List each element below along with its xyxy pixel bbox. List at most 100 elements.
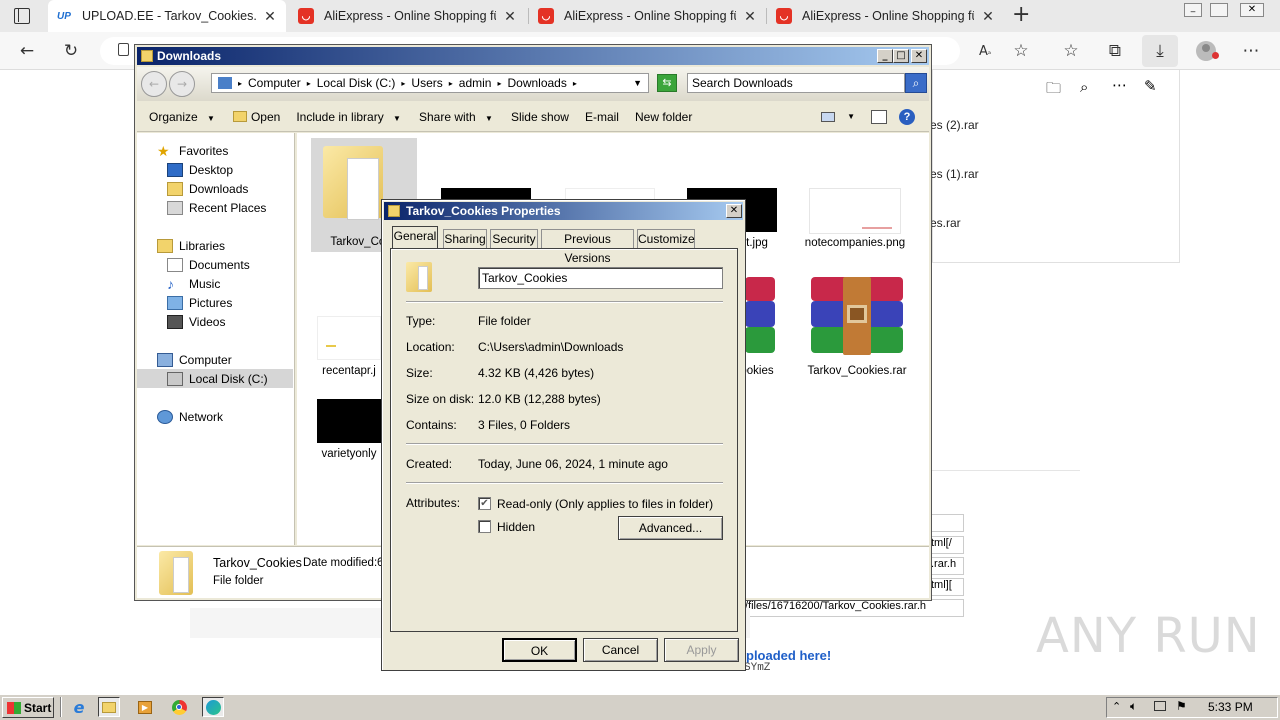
view-options-icon[interactable] — [821, 111, 836, 122]
read-aloud-icon[interactable]: Aₐ — [970, 36, 1000, 66]
minimize-window-icon[interactable]: _ — [1184, 3, 1202, 17]
back-button[interactable]: ← — [141, 71, 167, 97]
ok-button[interactable]: OK — [502, 638, 577, 662]
forward-button[interactable]: → — [169, 71, 195, 97]
nav-computer[interactable]: Computer — [157, 350, 232, 369]
embed-code-field[interactable]: tml[/ — [930, 536, 964, 554]
preview-pane-icon[interactable] — [871, 109, 887, 124]
restore-window-icon[interactable] — [1210, 3, 1228, 17]
hidden-checkbox[interactable] — [478, 520, 491, 533]
advanced-button[interactable]: Advanced... — [618, 516, 723, 540]
close-window-icon[interactable]: ✕ — [1240, 3, 1264, 17]
tab-aliexpress-2[interactable]: ◡ AliExpress - Online Shopping für ✕ — [530, 0, 766, 32]
tab-actions-icon[interactable] — [14, 8, 30, 24]
organize-menu[interactable]: Organize ▼ — [149, 110, 215, 124]
history-dropdown-icon[interactable]: ▼ — [633, 78, 642, 88]
nav-pictures[interactable]: Pictures — [167, 293, 232, 312]
explorer-taskbar-icon[interactable] — [98, 697, 120, 717]
help-icon[interactable]: ? — [899, 108, 915, 125]
close-tab-icon[interactable]: ✕ — [502, 8, 518, 25]
refresh-icon[interactable]: ⇆ — [657, 74, 677, 92]
close-icon[interactable]: ✕ — [726, 204, 742, 218]
search-icon[interactable]: ⌕ — [905, 73, 927, 93]
share-with-menu[interactable]: Share with ▼ — [419, 110, 493, 124]
tab-aliexpress-3[interactable]: ◡ AliExpress - Online Shopping für ✕ — [768, 0, 1004, 32]
download-item[interactable]: es (2).rar — [930, 118, 979, 132]
media-player-icon[interactable]: ▶ — [134, 697, 156, 717]
readonly-label[interactable]: Read-only (Only applies to files in fold… — [497, 497, 713, 511]
tray-expand-icon[interactable]: ⌃ — [1112, 700, 1121, 713]
tab-customize[interactable]: Customize — [637, 229, 695, 249]
breadcrumb-item[interactable]: Users — [411, 76, 442, 90]
breadcrumb-item[interactable]: Downloads — [507, 76, 566, 90]
nav-recent[interactable]: Recent Places — [167, 198, 266, 217]
nav-videos[interactable]: Videos — [167, 312, 225, 331]
open-folder-icon[interactable]: 🗀 — [1046, 78, 1066, 97]
favorites-icon[interactable]: ☆ — [1056, 36, 1086, 66]
download-item[interactable]: es.rar — [930, 216, 961, 230]
tab-previous-versions[interactable]: Previous Versions — [541, 229, 634, 265]
cancel-button[interactable]: Cancel — [583, 638, 658, 662]
new-folder-button[interactable]: New folder — [635, 110, 692, 124]
back-arrow-icon[interactable]: ← — [12, 36, 42, 66]
folder-name-input[interactable]: Tarkov_Cookies — [478, 267, 723, 289]
maximize-icon[interactable]: □ — [893, 49, 909, 63]
close-tab-icon[interactable]: ✕ — [742, 8, 758, 25]
clock[interactable]: 5:33 PM — [1208, 700, 1253, 714]
nav-network[interactable]: Network — [157, 407, 223, 426]
tab-aliexpress-1[interactable]: ◡ AliExpress - Online Shopping für ✕ — [290, 0, 526, 32]
refresh-icon[interactable]: ↻ — [56, 36, 86, 66]
view-dropdown-icon[interactable]: ▼ — [847, 112, 855, 121]
uploaded-link[interactable]: ploaded here! — [746, 648, 831, 663]
include-library-menu[interactable]: Include in library ▼ — [296, 110, 401, 124]
nav-local-disk[interactable]: Local Disk (C:) — [137, 369, 293, 388]
new-tab-icon[interactable]: + — [1012, 4, 1032, 28]
email-button[interactable]: E-mail — [585, 110, 619, 124]
nav-documents[interactable]: Documents — [167, 255, 250, 274]
download-item[interactable]: es (1).rar — [930, 167, 979, 181]
add-favorite-icon[interactable]: ☆ — [1006, 36, 1036, 66]
winrar-archive-icon[interactable] — [811, 277, 903, 355]
nav-downloads[interactable]: Downloads — [167, 179, 248, 198]
breadcrumb-item[interactable]: Computer — [248, 76, 301, 90]
more-menu-icon[interactable]: ⋯ — [1236, 36, 1266, 66]
start-button[interactable]: Start — [2, 697, 54, 718]
nav-desktop[interactable]: Desktop — [167, 160, 233, 179]
tab-security[interactable]: Security — [490, 229, 538, 249]
action-center-flag-icon[interactable]: ⚑ — [1176, 699, 1187, 713]
image-thumbnail[interactable] — [317, 399, 381, 443]
tab-general[interactable]: General — [392, 226, 438, 248]
close-tab-icon[interactable]: ✕ — [980, 8, 996, 25]
volume-icon[interactable]: 🔈︎ — [1130, 699, 1137, 714]
network-tray-icon[interactable] — [1154, 701, 1166, 711]
embed-code-field[interactable]: /files/16716200/Tarkov_Cookies.rar.h — [744, 599, 964, 617]
embed-code-field[interactable]: .rar.h — [930, 557, 964, 575]
embed-code-field[interactable]: tml][ — [930, 578, 964, 596]
chrome-icon[interactable] — [168, 697, 190, 717]
collections-icon[interactable]: ⧉ — [1100, 36, 1130, 66]
nav-favorites[interactable]: ★ Favorites — [157, 141, 228, 160]
image-thumbnail[interactable] — [809, 188, 901, 234]
apply-button[interactable]: Apply — [664, 638, 739, 662]
search-input[interactable]: Search Downloads — [687, 73, 905, 93]
pin-icon[interactable]: ✎ — [1144, 77, 1164, 95]
tab-sharing[interactable]: Sharing — [443, 229, 487, 249]
search-icon[interactable]: ⌕ — [1080, 78, 1100, 96]
slideshow-button[interactable]: Slide show — [511, 110, 569, 124]
nav-music[interactable]: ♪ Music — [167, 274, 220, 293]
edge-icon[interactable] — [202, 697, 224, 717]
close-tab-icon[interactable]: ✕ — [262, 8, 278, 25]
page-input[interactable] — [930, 514, 964, 532]
ie-icon[interactable]: e — [68, 697, 90, 717]
open-button[interactable]: Open — [232, 110, 280, 124]
close-icon[interactable]: ✕ — [911, 49, 927, 63]
breadcrumb[interactable]: ▸ Computer ▸ Local Disk (C:) ▸ Users ▸ admi… — [211, 73, 649, 93]
readonly-checkbox[interactable]: ✔ — [478, 497, 491, 510]
nav-libraries[interactable]: Libraries — [157, 236, 225, 255]
minimize-icon[interactable]: _ — [877, 49, 893, 63]
winrar-archive-icon[interactable] — [745, 277, 775, 355]
breadcrumb-item[interactable]: Local Disk (C:) — [317, 76, 396, 90]
downloads-icon[interactable]: ⤓ — [1142, 35, 1178, 67]
breadcrumb-item[interactable]: admin — [459, 76, 492, 90]
tab-upload[interactable]: UP UPLOAD.EE - Tarkov_Cookies.rar ✕ — [48, 0, 286, 32]
